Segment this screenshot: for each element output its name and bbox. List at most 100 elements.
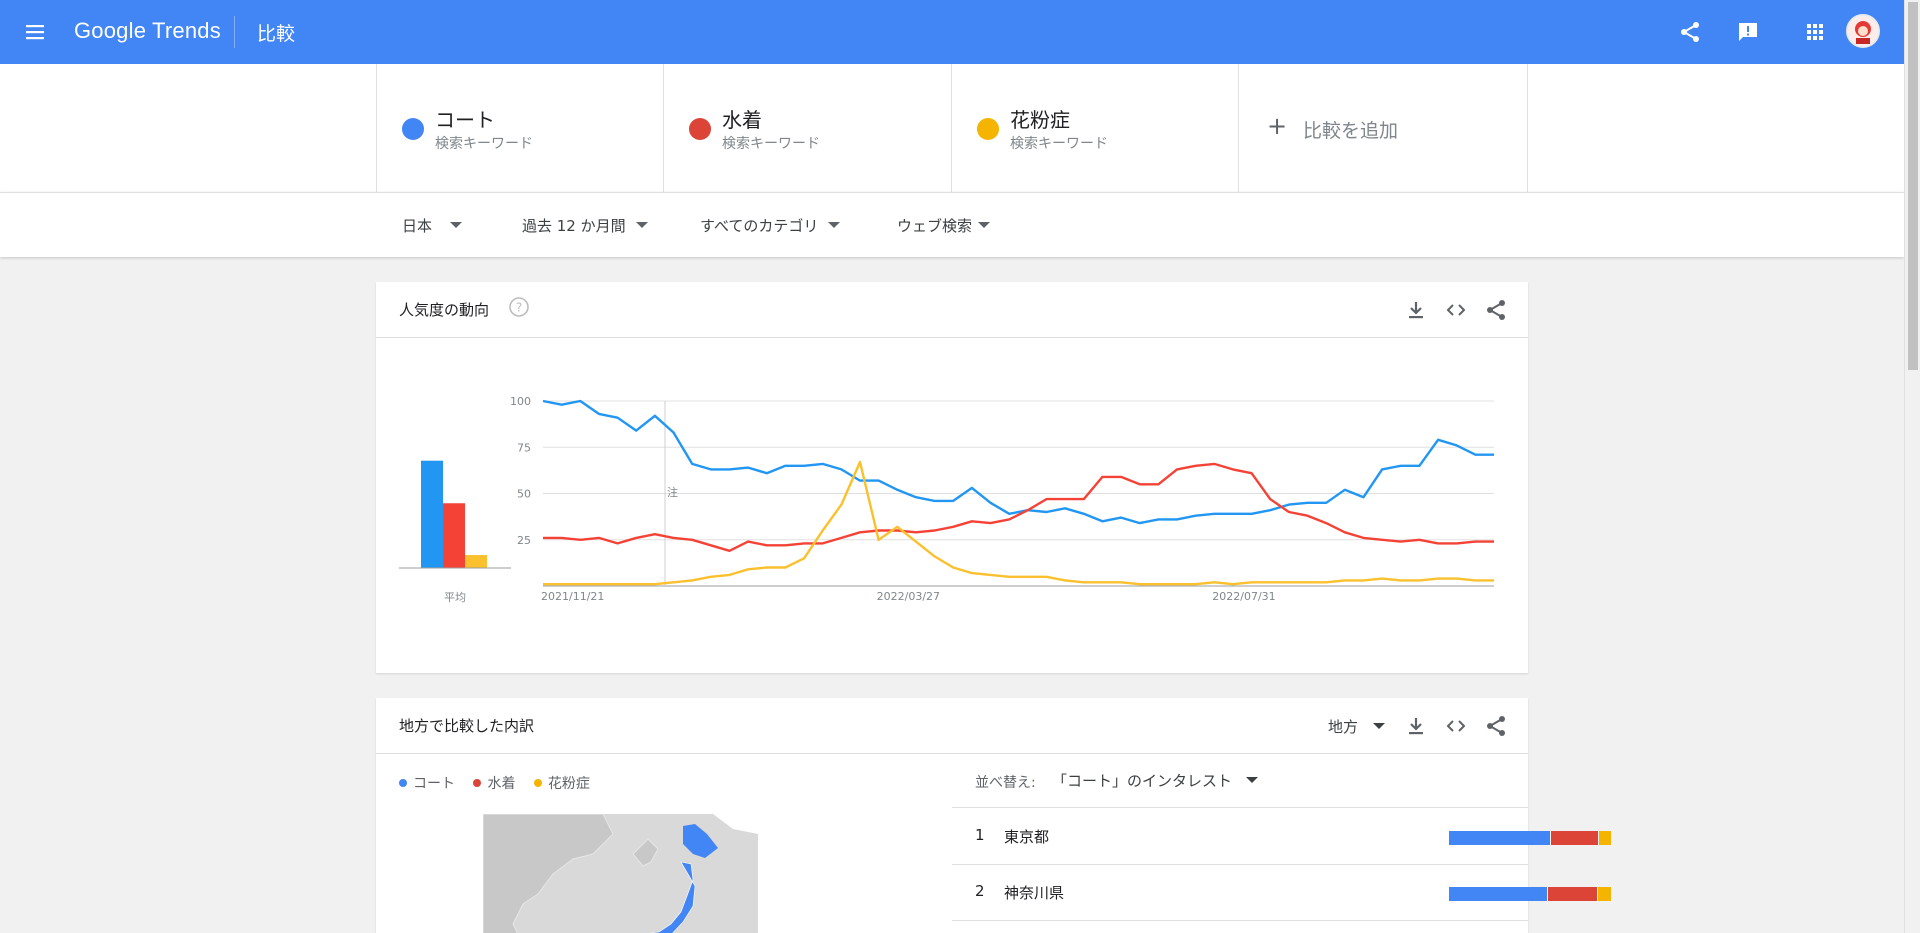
average-bar-水着 xyxy=(443,503,465,568)
scrollbar-thumb[interactable] xyxy=(1908,2,1918,370)
keyword-term: 花粉症 xyxy=(1010,108,1070,132)
sort-dropdown[interactable]: 「コート」のインタレスト xyxy=(1052,770,1259,791)
average-bars xyxy=(421,460,487,568)
legend-item: 水着 xyxy=(473,773,515,793)
legend-item: コート xyxy=(399,773,455,793)
x-axis-ticks: 2021/11/21 2022/03/27 2022/07/31 xyxy=(541,590,1276,603)
average-bar-花粉症 xyxy=(465,555,487,568)
time-range-label: 過去 12 か月間 xyxy=(522,217,626,235)
interest-over-time-card: 人気度の動向 ? 平均 25 50 75 100 注 2021/11/21 2022/0… xyxy=(376,282,1528,673)
search-type-label: ウェブ検索 xyxy=(897,217,973,235)
download-icon[interactable] xyxy=(1404,298,1428,322)
region-share-bar xyxy=(1551,831,1598,845)
account-avatar[interactable] xyxy=(1846,14,1880,48)
comparison-terms-panel: コート 検索キーワード 水着 検索キーワード 花粉症 検索キーワード + 比較を… xyxy=(0,64,1904,192)
keyword-color-dot xyxy=(402,118,424,140)
keyword-color-dot xyxy=(689,118,711,140)
embed-code-icon[interactable] xyxy=(1444,298,1468,322)
x-tick-label: 2022/03/27 xyxy=(877,590,940,603)
dropdown-arrow-icon xyxy=(635,221,648,228)
keyword-card-2[interactable]: 水着 検索キーワード xyxy=(663,64,951,192)
keyword-card-3[interactable]: 花粉症 検索キーワード xyxy=(951,64,1239,192)
plus-icon: + xyxy=(1267,112,1288,140)
region-resolution-dropdown[interactable]: 地方 xyxy=(1328,716,1408,740)
region-share-bar xyxy=(1548,887,1597,901)
time-range-filter[interactable]: 過去 12 か月間 xyxy=(522,215,648,237)
add-comparison-label: 比較を追加 xyxy=(1303,120,1399,142)
filter-bar: 日本 過去 12 か月間 すべてのカテゴリ ウェブ検索 xyxy=(0,192,1904,257)
legend-dot xyxy=(473,779,482,787)
share-icon[interactable] xyxy=(1678,20,1702,44)
region-resolution-label: 地方 xyxy=(1328,718,1359,736)
average-label: 平均 xyxy=(444,591,466,604)
average-bar-コート xyxy=(421,460,443,568)
x-tick-label: 2022/07/31 xyxy=(1212,590,1275,603)
svg-text:?: ? xyxy=(516,301,522,315)
dropdown-arrow-icon xyxy=(450,221,463,228)
dropdown-arrow-icon xyxy=(1246,776,1259,783)
keyword-term: 水着 xyxy=(722,108,762,132)
region-row[interactable]: 2 神奈川県 xyxy=(952,865,1611,921)
map-legend: コート 水着 花粉症 xyxy=(399,773,604,793)
page-scrollbar[interactable] xyxy=(1904,0,1920,933)
series-line-水着 xyxy=(543,462,1494,553)
legend-label: 花粉症 xyxy=(547,776,590,792)
apps-grid-icon[interactable] xyxy=(1803,20,1827,44)
region-name: 東京都 xyxy=(1004,828,1050,846)
card-title: 地方で比較した内訳 xyxy=(399,717,535,735)
y-tick-label: 50 xyxy=(517,488,531,501)
legend-dot xyxy=(399,779,407,787)
top-app-bar: Google Trends 比較 xyxy=(0,0,1904,64)
regional-breakdown-card: 地方で比較した内訳 地方 コート 水着 花粉症 並べ替え: 「コート」のインタレ… xyxy=(376,698,1611,933)
legend-label: 水着 xyxy=(487,776,516,792)
note-marker-label: 注 xyxy=(667,485,678,499)
share-icon[interactable] xyxy=(1484,714,1508,738)
dropdown-arrow-icon xyxy=(1372,722,1385,729)
region-filter[interactable]: 日本 xyxy=(402,215,463,237)
region-rank: 1 xyxy=(975,826,985,844)
feedback-icon[interactable] xyxy=(1736,20,1760,44)
share-icon[interactable] xyxy=(1484,298,1508,322)
x-tick-label: 2021/11/21 xyxy=(541,590,604,603)
help-icon[interactable]: ? xyxy=(508,296,530,318)
series-line-コート xyxy=(542,399,1494,525)
region-share-bar xyxy=(1598,887,1611,901)
card-title: 人気度の動向 xyxy=(399,301,490,319)
region-name: 神奈川県 xyxy=(1004,884,1065,902)
y-tick-label: 100 xyxy=(510,395,531,408)
keyword-type: 検索キーワード xyxy=(722,136,820,152)
legend-label: コート xyxy=(413,776,455,792)
region-share-bar xyxy=(1449,831,1550,845)
category-label: すべてのカテゴリ xyxy=(700,217,819,235)
download-icon[interactable] xyxy=(1404,714,1428,738)
keyword-type: 検索キーワード xyxy=(1010,136,1108,152)
sort-value: 「コート」のインタレスト xyxy=(1052,772,1233,790)
region-row[interactable]: 1 東京都 xyxy=(952,809,1611,865)
legend-dot xyxy=(533,779,542,787)
keyword-term: コート xyxy=(435,108,495,132)
card-header: 地方で比較した内訳 地方 xyxy=(376,698,1528,754)
region-rank: 2 xyxy=(975,882,985,900)
keyword-type: 検索キーワード xyxy=(435,136,533,152)
chart-series xyxy=(542,399,1494,586)
region-share-bar xyxy=(1449,887,1547,901)
y-tick-label: 25 xyxy=(517,534,531,547)
interest-line-chart[interactable]: 平均 25 50 75 100 注 2021/11/21 2022/03/27 2022/… xyxy=(376,338,1528,673)
card-header: 人気度の動向 ? xyxy=(376,282,1528,338)
page-title: 比較 xyxy=(257,23,296,45)
region-filter-label: 日本 xyxy=(402,217,433,235)
series-line-花粉症 xyxy=(543,460,1494,586)
region-map[interactable] xyxy=(483,814,758,933)
google-trends-logo[interactable]: Google Trends xyxy=(74,18,221,44)
hamburger-menu-icon[interactable] xyxy=(22,20,48,44)
keyword-color-dot xyxy=(977,118,999,140)
y-tick-label: 75 xyxy=(517,441,531,454)
category-filter[interactable]: すべてのカテゴリ xyxy=(700,215,841,237)
keyword-card-1[interactable]: コート 検索キーワード xyxy=(376,64,664,192)
header-divider xyxy=(234,16,235,48)
search-type-filter[interactable]: ウェブ検索 xyxy=(897,215,991,237)
add-comparison-button[interactable]: + 比較を追加 xyxy=(1238,64,1528,192)
embed-code-icon[interactable] xyxy=(1444,714,1468,738)
sort-label: 並べ替え: xyxy=(975,775,1036,791)
dropdown-arrow-icon xyxy=(828,221,841,228)
